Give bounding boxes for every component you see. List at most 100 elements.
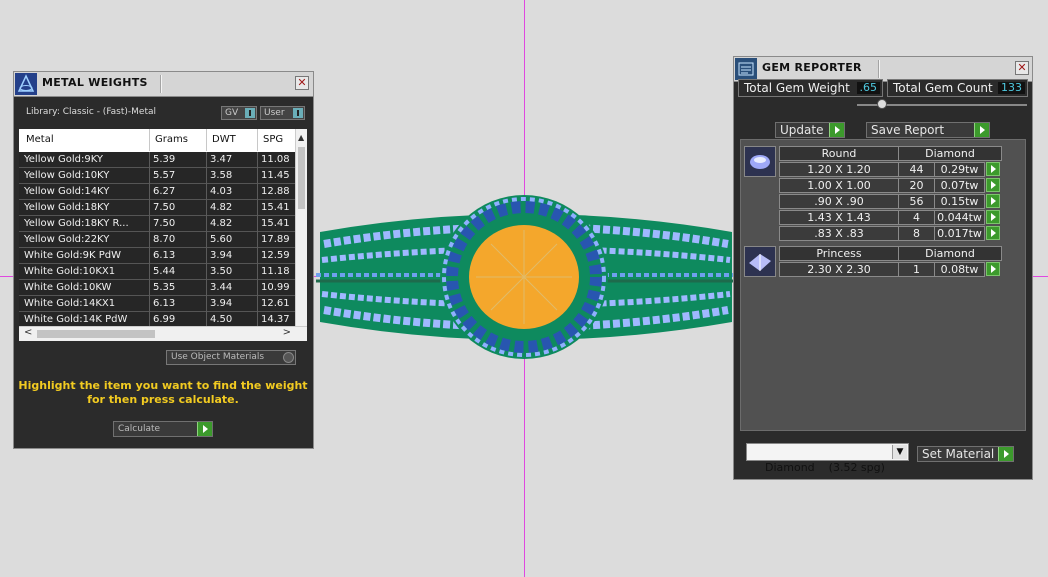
table-row[interactable]: Yellow Gold:9KY 5.39 3.47 11.08 (19, 152, 296, 168)
scroll-right-icon[interactable]: > (283, 327, 291, 338)
table-row[interactable]: White Gold:14KX1 6.13 3.94 12.61 (19, 296, 296, 312)
horizontal-scrollbar[interactable]: < > (19, 326, 307, 341)
metal-name-cell: Yellow Gold:18KY (24, 202, 110, 213)
set-material-label: Set Material (922, 447, 995, 461)
scroll-left-icon[interactable]: < (24, 327, 32, 338)
table-row[interactable]: White Gold:9K PdW 6.13 3.94 12.59 (19, 248, 296, 264)
instruction-line-1: Highlight the item you want to find the … (18, 379, 308, 392)
close-button[interactable]: ✕ (295, 76, 309, 90)
dwt-cell: 3.44 (210, 282, 233, 293)
spg-cell: 11.45 (261, 170, 290, 181)
gem-size-cell[interactable]: 1.00 X 1.00 (779, 178, 899, 193)
metal-table[interactable]: Metal Grams DWT SPG Yellow Gold:9KY 5.39 3… (19, 129, 307, 341)
table-row[interactable]: Yellow Gold:10KY 5.57 3.58 11.45 (19, 168, 296, 184)
princess-gem-icon[interactable] (744, 246, 776, 277)
metal-weights-titlebar[interactable]: METAL WEIGHTS ✕ (14, 72, 313, 97)
play-arrow-icon (974, 123, 989, 137)
close-icon: ✕ (1017, 61, 1027, 74)
instruction-line-2: for then press calculate. (87, 393, 239, 406)
save-report-button[interactable]: Save Report (866, 122, 990, 138)
total-gem-weight-value: .65 (856, 82, 880, 94)
close-button[interactable]: ✕ (1015, 61, 1029, 75)
titlebar-drag-region[interactable] (878, 60, 880, 78)
metal-table-header: Metal Grams DWT SPG (19, 129, 296, 151)
user-toggle-label: User (264, 108, 285, 118)
grams-cell: 6.99 (153, 314, 176, 325)
column-header-spg[interactable]: SPG (263, 134, 283, 145)
metal-name-cell: White Gold:14K PdW (24, 314, 128, 325)
gv-toggle-label: GV (225, 108, 239, 118)
metal-name-cell: Yellow Gold:14KY (24, 186, 110, 197)
dwt-cell: 3.50 (210, 266, 233, 277)
metal-table-body: Yellow Gold:9KY 5.39 3.47 11.08 Yellow Gold:… (19, 152, 296, 328)
panel-title: GEM REPORTER (762, 61, 862, 74)
gem-shape-header: Princess (779, 246, 899, 261)
play-arrow-icon (998, 447, 1013, 461)
table-row[interactable]: Yellow Gold:14KY 6.27 4.03 12.88 (19, 184, 296, 200)
user-toggle[interactable]: User (260, 106, 305, 120)
select-gem-arrow-icon[interactable] (986, 262, 1000, 276)
dwt-cell: 3.94 (210, 298, 233, 309)
titlebar-drag-region[interactable] (160, 75, 162, 93)
grams-cell: 5.57 (153, 170, 176, 181)
set-material-button[interactable]: Set Material (917, 446, 1014, 462)
table-row[interactable]: Yellow Gold:18KY 7.50 4.82 15.41 (19, 200, 296, 216)
table-row[interactable]: Yellow Gold:22KY 8.70 5.60 17.89 (19, 232, 296, 248)
select-gem-arrow-icon[interactable] (986, 210, 1000, 224)
update-button[interactable]: Update (775, 122, 845, 138)
use-object-materials-toggle[interactable]: Use Object Materials (166, 350, 296, 365)
spg-cell: 14.37 (261, 314, 290, 325)
save-report-label: Save Report (871, 123, 945, 137)
vertical-scrollbar[interactable]: ▲ (295, 129, 307, 326)
round-gem-icon[interactable] (744, 146, 776, 177)
column-header-dwt[interactable]: DWT (212, 134, 236, 145)
calculate-button[interactable]: Calculate (113, 421, 213, 437)
select-gem-arrow-icon[interactable] (986, 162, 1000, 176)
material-select-value: Diamond (3.52 spg) (765, 461, 885, 474)
gem-size-cell[interactable]: .90 X .90 (779, 194, 899, 209)
gem-weight-cell: 0.15tw (934, 194, 985, 209)
dropdown-arrow-icon[interactable]: ▼ (892, 445, 907, 459)
material-select[interactable]: Diamond (3.52 spg) ▼ (746, 443, 909, 474)
ring-3d-model[interactable] (316, 192, 736, 362)
gem-shape-header: Round (779, 146, 899, 161)
update-label: Update (780, 123, 824, 137)
table-row[interactable]: White Gold:10KW 5.35 3.44 10.99 (19, 280, 296, 296)
dwt-cell: 5.60 (210, 234, 233, 245)
metal-name-cell: Yellow Gold:18KY R... (24, 218, 129, 229)
grams-cell: 8.70 (153, 234, 176, 245)
spg-cell: 12.88 (261, 186, 290, 197)
select-gem-arrow-icon[interactable] (986, 178, 1000, 192)
scroll-up-icon[interactable]: ▲ (298, 133, 304, 142)
spg-cell: 12.61 (261, 298, 290, 309)
scroll-thumb[interactable] (298, 147, 305, 209)
gem-size-cell[interactable]: 1.20 X 1.20 (779, 162, 899, 177)
gem-weight-cell: 0.07tw (934, 178, 985, 193)
gem-size-cell[interactable]: .83 X .83 (779, 226, 899, 241)
table-row[interactable]: White Gold:10KX1 5.44 3.50 11.18 (19, 264, 296, 280)
grams-cell: 5.39 (153, 154, 176, 165)
gem-count-cell: 20 (898, 178, 935, 193)
grams-cell: 6.27 (153, 186, 176, 197)
gem-size-cell[interactable]: 2.30 X 2.30 (779, 262, 899, 277)
select-gem-arrow-icon[interactable] (986, 194, 1000, 208)
dwt-cell: 4.03 (210, 186, 233, 197)
select-gem-arrow-icon[interactable] (986, 226, 1000, 240)
total-gem-weight-label: Total Gem Weight (744, 81, 850, 95)
column-header-metal[interactable]: Metal (26, 134, 54, 145)
grams-cell: 6.13 (153, 298, 176, 309)
gem-size-cell[interactable]: 1.43 X 1.43 (779, 210, 899, 225)
metal-name-cell: White Gold:9K PdW (24, 250, 121, 261)
table-row[interactable]: Yellow Gold:18KY R... 7.50 4.82 15.41 (19, 216, 296, 232)
library-label: Library: Classic - (Fast)-Metal (26, 107, 157, 117)
gem-material-header: Diamond (898, 246, 1002, 261)
radio-circle-icon (283, 352, 294, 363)
slider-handle[interactable] (877, 99, 887, 109)
gv-toggle[interactable]: GV (221, 106, 257, 120)
column-header-grams[interactable]: Grams (155, 134, 188, 145)
gem-list: Round Diamond 1.20 X 1.20 44 0.29tw 1.00 X 1.… (740, 139, 1026, 431)
scroll-thumb[interactable] (37, 330, 155, 338)
metal-weights-panel: METAL WEIGHTS ✕ Library: Classic - (Fast… (13, 71, 314, 449)
instruction-text: Highlight the item you want to find the … (14, 379, 312, 407)
spg-cell: 12.59 (261, 250, 290, 261)
